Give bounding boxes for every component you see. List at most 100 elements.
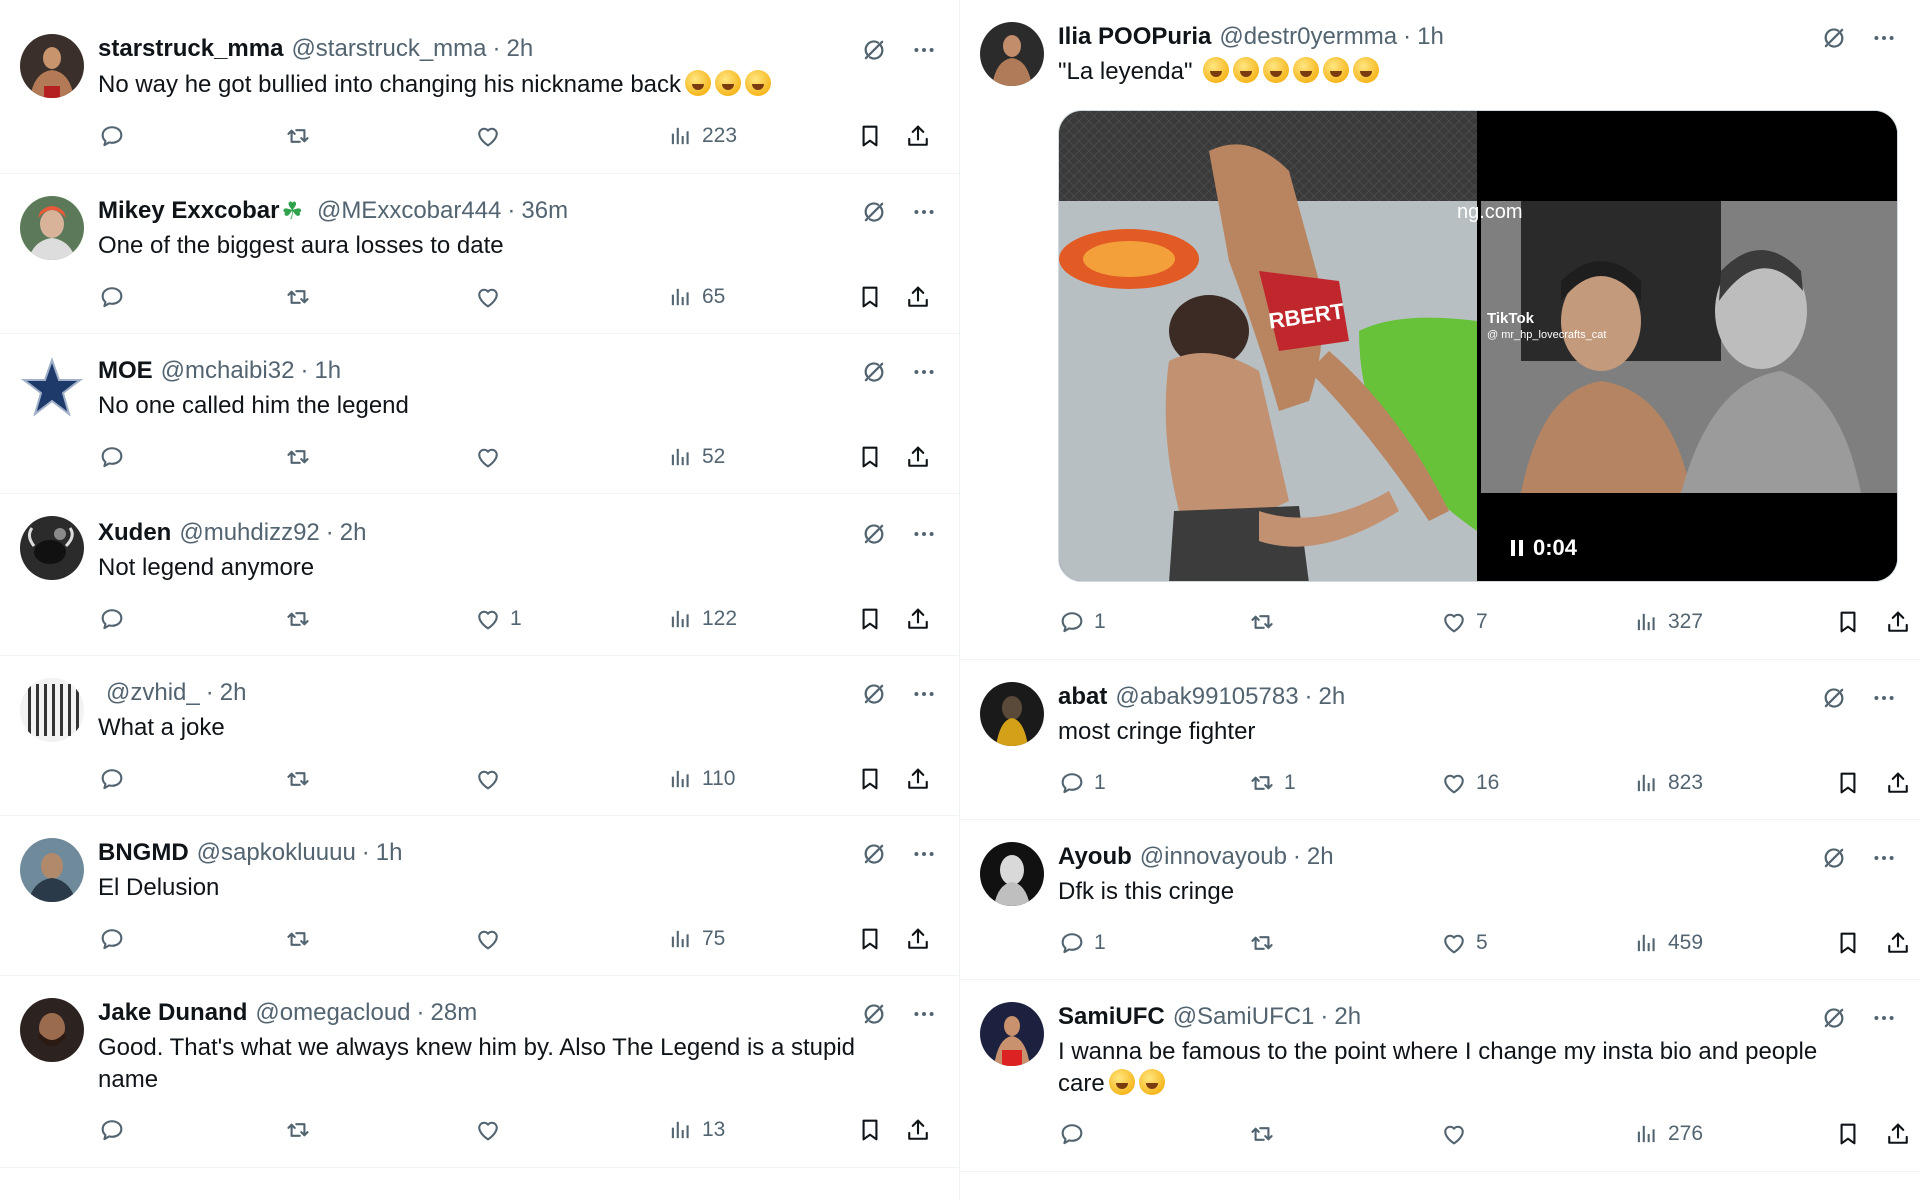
bookmark-button[interactable] xyxy=(1834,929,1862,957)
repost-button[interactable] xyxy=(284,605,320,633)
share-button[interactable] xyxy=(904,122,932,150)
reply-button[interactable]: 1 xyxy=(1058,608,1106,636)
avatar[interactable] xyxy=(980,1002,1044,1066)
tweet[interactable]: @zvhid_ · 2h What a joke 110 xyxy=(0,656,960,816)
timestamp[interactable]: 2h xyxy=(1319,683,1346,711)
reply-button[interactable] xyxy=(98,443,134,471)
avatar[interactable] xyxy=(20,838,84,902)
video-timer[interactable]: 0:04 xyxy=(1511,535,1577,561)
user-handle[interactable]: @sapkokluuuu xyxy=(197,839,356,867)
display-name[interactable]: Mikey Exxcobar xyxy=(98,197,279,225)
like-button[interactable]: 5 xyxy=(1440,929,1488,957)
avatar[interactable] xyxy=(20,678,84,742)
repost-button[interactable] xyxy=(284,1116,320,1144)
avatar[interactable] xyxy=(20,998,84,1062)
avatar[interactable] xyxy=(20,34,84,98)
pause-icon[interactable] xyxy=(1511,540,1523,556)
like-button[interactable]: 7 xyxy=(1440,608,1488,636)
tweet[interactable]: Ilia POOPuria @destr0yermma · 1h "La ley… xyxy=(960,0,1920,660)
bookmark-button[interactable] xyxy=(1834,1120,1862,1148)
more-options-icon[interactable] xyxy=(910,36,938,64)
share-button[interactable] xyxy=(1884,929,1912,957)
grok-icon[interactable] xyxy=(860,520,888,548)
views-button[interactable]: 110 xyxy=(666,765,735,793)
bookmark-button[interactable] xyxy=(856,765,884,793)
share-button[interactable] xyxy=(1884,769,1912,797)
timestamp[interactable]: 2h xyxy=(1334,1003,1361,1031)
share-button[interactable] xyxy=(1884,608,1912,636)
reply-button[interactable] xyxy=(98,122,134,150)
more-options-icon[interactable] xyxy=(910,840,938,868)
like-button[interactable] xyxy=(474,283,510,311)
avatar[interactable] xyxy=(20,196,84,260)
bookmark-button[interactable] xyxy=(856,122,884,150)
reply-button[interactable]: 1 xyxy=(1058,769,1106,797)
repost-button[interactable] xyxy=(284,925,320,953)
share-button[interactable] xyxy=(904,443,932,471)
share-button[interactable] xyxy=(904,1116,932,1144)
bookmark-button[interactable] xyxy=(1834,769,1862,797)
avatar[interactable] xyxy=(20,356,84,420)
bookmark-button[interactable] xyxy=(856,925,884,953)
timestamp[interactable]: 2h xyxy=(1307,843,1334,871)
timestamp[interactable]: 2h xyxy=(220,679,247,707)
video-media[interactable]: RBERT TikTok @ mr_hp_lovecrafts_cat 0:04… xyxy=(1058,110,1898,582)
tweet[interactable]: Xuden @muhdizz92 · 2h Not legend anymore… xyxy=(0,494,960,656)
avatar[interactable] xyxy=(980,682,1044,746)
tweet[interactable]: abat @abak99105783 · 2h most cringe figh… xyxy=(960,660,1920,820)
video-frame[interactable]: TikTok @ mr_hp_lovecrafts_cat 0:04 xyxy=(1481,111,1897,581)
views-button[interactable]: 823 xyxy=(1632,769,1703,797)
user-handle[interactable]: @SamiUFC1 xyxy=(1173,1003,1315,1031)
more-options-icon[interactable] xyxy=(1870,24,1898,52)
bookmark-button[interactable] xyxy=(856,283,884,311)
bookmark-button[interactable] xyxy=(856,605,884,633)
timestamp[interactable]: 1h xyxy=(314,357,341,385)
user-handle[interactable]: @MExxcobar444 xyxy=(317,197,501,225)
views-button[interactable]: 459 xyxy=(1632,929,1703,957)
repost-button[interactable] xyxy=(1248,929,1284,957)
share-button[interactable] xyxy=(904,925,932,953)
tweet[interactable]: Mikey Exxcobar ☘ @MExxcobar444 · 36m One… xyxy=(0,174,960,334)
avatar[interactable] xyxy=(980,22,1044,86)
grok-icon[interactable] xyxy=(1820,844,1848,872)
tweet[interactable]: starstruck_mma @starstruck_mma · 2h No w… xyxy=(0,0,960,174)
grok-icon[interactable] xyxy=(860,358,888,386)
more-options-icon[interactable] xyxy=(1870,684,1898,712)
repost-button[interactable] xyxy=(1248,608,1284,636)
like-button[interactable] xyxy=(474,1116,510,1144)
user-handle[interactable]: @destr0yermma xyxy=(1219,23,1397,51)
user-handle[interactable]: @omegacloud xyxy=(255,999,410,1027)
bookmark-button[interactable] xyxy=(856,1116,884,1144)
like-button[interactable] xyxy=(474,443,510,471)
more-options-icon[interactable] xyxy=(910,520,938,548)
tweet[interactable]: SamiUFC @SamiUFC1 · 2h I wanna be famous… xyxy=(960,980,1920,1172)
more-options-icon[interactable] xyxy=(910,358,938,386)
repost-button[interactable] xyxy=(1248,1120,1284,1148)
repost-button[interactable] xyxy=(284,443,320,471)
reply-button[interactable] xyxy=(98,605,134,633)
views-button[interactable]: 65 xyxy=(666,283,725,311)
repost-button[interactable] xyxy=(284,122,320,150)
more-options-icon[interactable] xyxy=(910,1000,938,1028)
like-button[interactable]: 16 xyxy=(1440,769,1499,797)
repost-button[interactable] xyxy=(284,283,320,311)
reply-button[interactable] xyxy=(98,925,134,953)
timestamp[interactable]: 2h xyxy=(507,35,534,63)
views-button[interactable]: 52 xyxy=(666,443,725,471)
views-button[interactable]: 327 xyxy=(1632,608,1703,636)
tweet[interactable]: Ayoub @innovayoub · 2h Dfk is this cring… xyxy=(960,820,1920,980)
grok-icon[interactable] xyxy=(860,198,888,226)
like-button[interactable] xyxy=(1440,1120,1476,1148)
bookmark-button[interactable] xyxy=(856,443,884,471)
timestamp[interactable]: 2h xyxy=(340,519,367,547)
timestamp[interactable]: 1h xyxy=(376,839,403,867)
share-button[interactable] xyxy=(904,283,932,311)
display-name[interactable]: starstruck_mma xyxy=(98,35,283,63)
timestamp[interactable]: 1h xyxy=(1417,23,1444,51)
repost-button[interactable]: 1 xyxy=(1248,769,1296,797)
user-handle[interactable]: @mchaibi32 xyxy=(161,357,295,385)
grok-icon[interactable] xyxy=(860,36,888,64)
user-handle[interactable]: @innovayoub xyxy=(1140,843,1287,871)
reply-button[interactable] xyxy=(1058,1120,1094,1148)
share-button[interactable] xyxy=(904,765,932,793)
